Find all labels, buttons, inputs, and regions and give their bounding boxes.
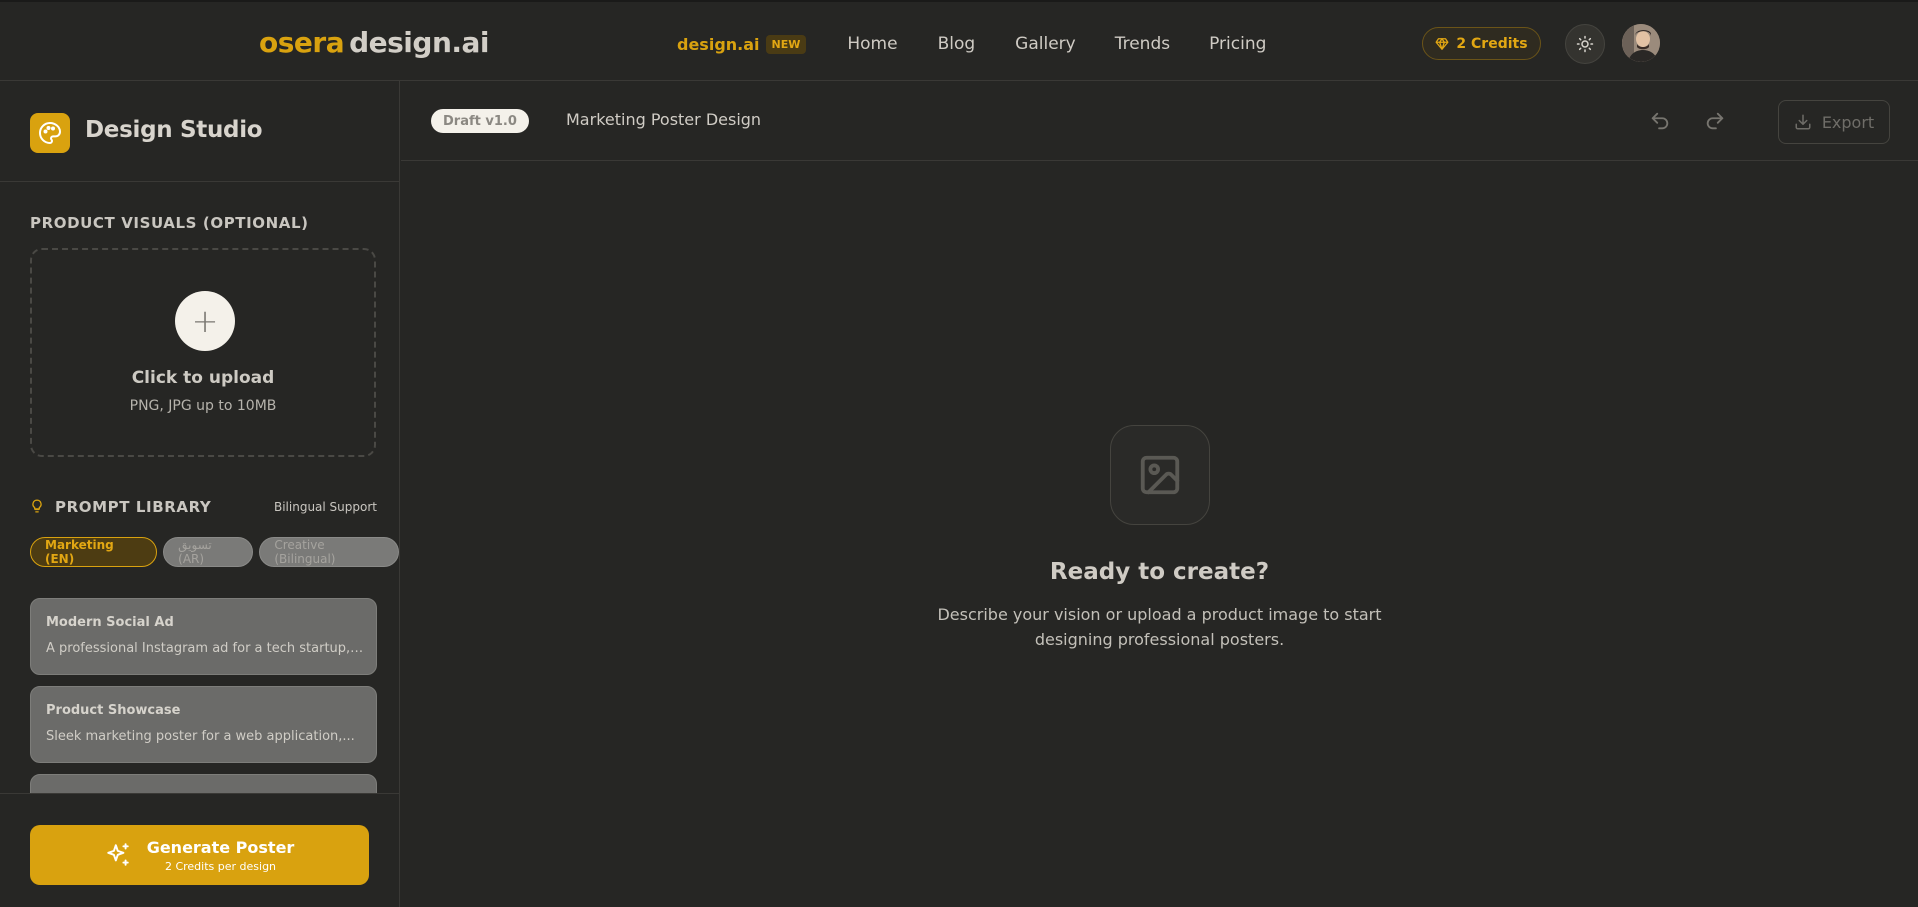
bilingual-support-label: Bilingual Support	[273, 500, 377, 514]
empty-state-title: Ready to create?	[1049, 559, 1270, 585]
credits-label: 2 Credits	[1456, 35, 1528, 52]
upload-dropzone[interactable]: + Click to upload PNG, JPG up to 10MB	[30, 248, 376, 457]
user-avatar[interactable]	[1622, 24, 1660, 62]
nav-design-ai-link[interactable]: design.ai	[677, 35, 760, 54]
download-icon	[1795, 114, 1811, 130]
palette-icon	[30, 113, 70, 153]
gem-icon	[1435, 37, 1449, 50]
empty-state-line-2: designing professional posters.	[1034, 630, 1285, 649]
generate-subtitle: 2 Credits per design	[164, 859, 277, 873]
export-button[interactable]: Export	[1778, 100, 1890, 144]
top-navbar: osera design.ai design.ai NEW Home Blog G…	[0, 0, 1918, 81]
redo-icon	[1706, 112, 1724, 130]
redo-button[interactable]	[1702, 108, 1728, 134]
upload-title: Click to upload	[131, 368, 275, 388]
prompt-card-desc: A professional Instagram ad for a tech s…	[46, 641, 364, 656]
chip-creative-bilingual[interactable]: Creative (Bilingual)	[259, 537, 399, 567]
nav-trends-link[interactable]: Trends	[1115, 34, 1170, 54]
chip-marketing-en[interactable]: Marketing (EN)	[30, 537, 158, 567]
design-sidebar: Design Studio PRODUCT VISUALS (OPTIONAL)…	[0, 81, 400, 907]
canvas-area: Draft v1.0 Marketing Poster Design Expor…	[401, 81, 1918, 907]
prompt-card-desc: Sleek marketing poster for a web applica…	[46, 729, 355, 744]
nav-blog-link[interactable]: Blog	[938, 34, 976, 54]
credits-button[interactable]: 2 Credits	[1422, 27, 1541, 60]
image-placeholder	[1110, 425, 1210, 525]
studio-title: Design Studio	[85, 117, 263, 143]
empty-state-line-1: Describe your vision or upload a product…	[937, 605, 1382, 624]
upload-subtitle: PNG, JPG up to 10MB	[129, 398, 277, 414]
logo-osera: osera	[259, 26, 345, 59]
image-icon	[1140, 455, 1180, 495]
undo-icon	[1651, 112, 1669, 130]
site-logo[interactable]: osera design.ai	[259, 24, 490, 62]
prompt-library-header: PROMPT LIBRARY Bilingual Support	[30, 497, 377, 517]
plus-icon: +	[175, 291, 235, 351]
empty-state-description: Describe your vision or upload a product…	[401, 602, 1918, 652]
draft-version-badge: Draft v1.0	[431, 109, 529, 133]
prompt-card-modern-social-ad[interactable]: Modern Social Ad A professional Instagra…	[30, 598, 377, 675]
product-visuals-label: PRODUCT VISUALS (OPTIONAL)	[30, 214, 309, 232]
logo-design-ai: design.ai	[349, 26, 490, 59]
nav-gallery-link[interactable]: Gallery	[1015, 34, 1076, 54]
sidebar-footer: Generate Poster 2 Credits per design	[0, 793, 399, 907]
studio-header: Design Studio	[0, 81, 399, 182]
lightbulb-icon	[32, 499, 42, 513]
generate-title: Generate Poster	[146, 837, 295, 857]
document-title: Marketing Poster Design	[566, 110, 762, 129]
export-label: Export	[1821, 112, 1875, 132]
prompt-library-title: PROMPT LIBRARY	[55, 498, 212, 516]
nav-home-link[interactable]: Home	[847, 34, 897, 54]
prompt-category-chips: Marketing (EN) تسويق (AR) Creative (Bili…	[30, 537, 399, 567]
undo-button[interactable]	[1647, 108, 1673, 134]
theme-toggle-button[interactable]	[1565, 24, 1605, 64]
nav-pricing-link[interactable]: Pricing	[1209, 34, 1266, 54]
editor-toolbar: Draft v1.0 Marketing Poster Design Expor…	[401, 81, 1918, 161]
chip-marketing-ar[interactable]: تسويق (AR)	[163, 537, 254, 567]
generate-poster-button[interactable]: Generate Poster 2 Credits per design	[30, 825, 369, 885]
main-nav: design.ai NEW Home Blog Gallery Trends P…	[677, 30, 1266, 58]
prompt-card-title: Product Showcase	[46, 703, 181, 718]
sparkles-icon	[106, 843, 129, 866]
prompt-card-title: Modern Social Ad	[46, 615, 174, 630]
sun-icon	[1576, 35, 1594, 53]
prompt-card-product-showcase[interactable]: Product Showcase Sleek marketing poster …	[30, 686, 377, 763]
new-badge: NEW	[765, 34, 807, 54]
avatar-image	[1622, 24, 1660, 62]
